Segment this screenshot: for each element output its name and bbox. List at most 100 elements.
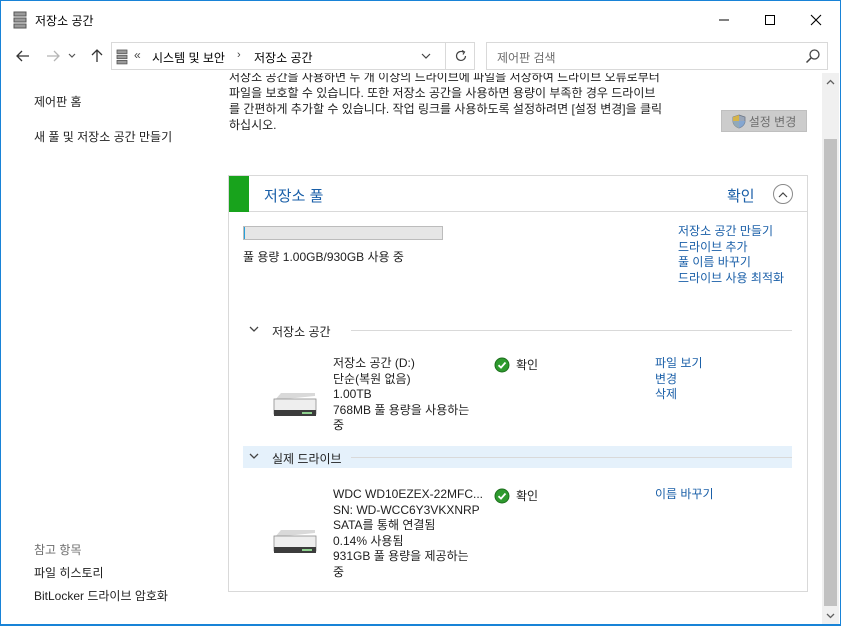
breadcrumb-system-security[interactable]: 시스템 및 보안 bbox=[152, 49, 225, 66]
scroll-up-button[interactable] bbox=[822, 73, 839, 90]
section-divider bbox=[351, 457, 792, 458]
change-settings-button[interactable]: 설정 변경 bbox=[721, 110, 807, 132]
storage-space-usage: 768MB 풀 용량을 사용하는 중 bbox=[333, 402, 470, 433]
see-also-heading: 참고 항목 bbox=[34, 543, 82, 557]
recent-locations-button[interactable] bbox=[65, 45, 79, 67]
drive-name: WDC WD10EZEX-22MFC... bbox=[333, 487, 484, 501]
storage-space-name: 저장소 공간 (D:) bbox=[333, 356, 415, 370]
intro-text: 저장소 공간을 사용하면 두 개 이상의 드라이브에 파일을 저장하여 드라이브… bbox=[229, 73, 709, 133]
intro-line: 파일을 보호할 수 있습니다. 또한 저장소 공간을 사용하면 용량이 부족한 … bbox=[229, 86, 656, 100]
drive-used: 0.14% 사용됨 bbox=[333, 533, 404, 548]
search-icon[interactable] bbox=[805, 48, 821, 64]
window-title: 저장소 공간 bbox=[35, 14, 94, 28]
storage-pool-panel: 저장소 풀 확인 풀 용량 1.00GB/930GB 사용 중 저장소 공간 만… bbox=[228, 175, 808, 592]
optimize-drive-usage-link[interactable]: 드라이브 사용 최적화 bbox=[678, 271, 788, 287]
close-icon bbox=[810, 14, 822, 26]
drive-serial: SN: WD-WCC6Y3VKXNRP bbox=[333, 502, 480, 517]
drive-capacity: 931GB 풀 용량을 제공하는 중 bbox=[333, 549, 469, 579]
storage-spaces-icon bbox=[116, 49, 128, 65]
chevron-down-icon bbox=[826, 613, 835, 618]
search-input[interactable]: 제어판 검색 bbox=[486, 42, 828, 70]
storage-spaces-section-header[interactable]: 저장소 공간 bbox=[243, 319, 792, 341]
storage-spaces-app-icon bbox=[13, 11, 27, 29]
minimize-button[interactable] bbox=[701, 1, 747, 39]
address-history-button[interactable] bbox=[417, 47, 435, 65]
breadcrumb-separator-icon[interactable]: › bbox=[237, 49, 241, 61]
left-pane: 제어판 홈 새 풀 및 저장소 공간 만들기 참고 항목 파일 히스토리 Bit… bbox=[1, 73, 223, 624]
storage-spaces-window: 저장소 공간 « 시스템 및 보안 › 저장소 공간 제어판 검색 제어판 홈 … bbox=[0, 0, 841, 626]
delete-link[interactable]: 삭제 bbox=[655, 387, 703, 403]
up-button[interactable] bbox=[87, 45, 107, 67]
section-divider bbox=[351, 330, 792, 331]
scroll-down-button[interactable] bbox=[822, 607, 839, 624]
vertical-scrollbar[interactable] bbox=[822, 73, 839, 624]
intro-line: 하십시오. bbox=[229, 118, 277, 132]
pool-status-bar bbox=[229, 176, 249, 212]
physical-drives-section-header[interactable]: 실제 드라이브 bbox=[243, 446, 792, 468]
maximize-icon bbox=[765, 15, 775, 25]
chevron-up-icon bbox=[826, 79, 835, 84]
control-panel-home-link[interactable]: 제어판 홈 bbox=[34, 93, 82, 110]
chevron-up-icon bbox=[778, 191, 788, 197]
intro-line: 저장소 공간을 사용하면 두 개 이상의 드라이브에 파일을 저장하여 드라이브… bbox=[229, 73, 660, 84]
pool-capacity-bar bbox=[243, 226, 443, 240]
chevron-down-icon bbox=[249, 453, 259, 459]
storage-space-resiliency: 단순(복원 없음) bbox=[333, 371, 411, 386]
file-history-link[interactable]: 파일 히스토리 bbox=[34, 564, 104, 581]
view-files-link[interactable]: 파일 보기 bbox=[655, 356, 703, 372]
change-settings-label: 설정 변경 bbox=[748, 114, 797, 129]
forward-button[interactable] bbox=[43, 45, 63, 67]
navigation-bar: « 시스템 및 보안 › 저장소 공간 제어판 검색 bbox=[1, 39, 840, 73]
address-bar[interactable]: « 시스템 및 보안 › 저장소 공간 bbox=[111, 42, 475, 70]
arrow-right-icon bbox=[47, 50, 60, 62]
search-placeholder: 제어판 검색 bbox=[497, 51, 556, 65]
close-button[interactable] bbox=[793, 1, 839, 39]
chevron-down-icon bbox=[68, 53, 76, 58]
create-pool-link[interactable]: 새 풀 및 저장소 공간 만들기 bbox=[34, 128, 172, 145]
storage-space-actions: 파일 보기 변경 삭제 bbox=[655, 356, 703, 403]
ok-checkmark-icon bbox=[494, 357, 510, 372]
scrollbar-thumb[interactable] bbox=[824, 139, 837, 606]
refresh-icon bbox=[455, 49, 466, 62]
intro-line: 를 간편하게 추가할 수 있습니다. 작업 링크를 사용하도록 설정하려면 [설… bbox=[229, 102, 663, 116]
chevron-down-icon bbox=[249, 326, 259, 332]
refresh-button[interactable] bbox=[445, 43, 475, 69]
collapse-pool-button[interactable] bbox=[773, 184, 793, 204]
storage-pool-header[interactable]: 저장소 풀 확인 bbox=[229, 176, 807, 212]
shield-icon bbox=[732, 114, 746, 128]
storage-space-status-text: 확인 bbox=[516, 358, 539, 372]
storage-pool-title: 저장소 풀 bbox=[264, 188, 324, 205]
change-link[interactable]: 변경 bbox=[655, 372, 703, 388]
hard-drive-icon bbox=[273, 393, 317, 416]
storage-pool-status: 확인 bbox=[727, 188, 755, 205]
breadcrumb-overflow[interactable]: « bbox=[134, 48, 141, 62]
chevron-down-icon bbox=[421, 53, 431, 59]
arrow-up-icon bbox=[91, 49, 103, 62]
drive-status-text: 확인 bbox=[516, 489, 539, 503]
add-drives-link[interactable]: 드라이브 추가 bbox=[678, 240, 788, 256]
storage-space-size: 1.00TB bbox=[333, 387, 372, 401]
arrow-left-icon bbox=[16, 50, 29, 62]
bitlocker-link[interactable]: BitLocker 드라이브 암호화 bbox=[34, 587, 168, 604]
minimize-icon bbox=[719, 19, 729, 21]
storage-space-info[interactable]: 저장소 공간 (D:) 단순(복원 없음) 1.00TB 768MB 풀 용량을… bbox=[333, 356, 483, 434]
storage-space-status: 확인 bbox=[494, 356, 538, 373]
maximize-button[interactable] bbox=[747, 1, 793, 39]
storage-spaces-section-title: 저장소 공간 bbox=[272, 325, 331, 339]
hard-drive-icon bbox=[273, 530, 317, 553]
back-button[interactable] bbox=[13, 45, 33, 67]
drive-status: 확인 bbox=[494, 487, 538, 504]
create-storage-space-link[interactable]: 저장소 공간 만들기 bbox=[678, 224, 788, 240]
title-bar[interactable]: 저장소 공간 bbox=[1, 1, 840, 39]
physical-drive-info[interactable]: WDC WD10EZEX-22MFC... SN: WD-WCC6Y3VKXNR… bbox=[333, 487, 483, 580]
ok-checkmark-icon bbox=[494, 488, 510, 503]
pool-actions: 저장소 공간 만들기 드라이브 추가 풀 이름 바꾸기 드라이브 사용 최적화 bbox=[678, 224, 788, 286]
rename-drive-link[interactable]: 이름 바꾸기 bbox=[655, 487, 714, 503]
main-content: 저장소 공간을 사용하면 두 개 이상의 드라이브에 파일을 저장하여 드라이브… bbox=[223, 73, 820, 624]
physical-drives-section-title: 실제 드라이브 bbox=[272, 452, 342, 466]
breadcrumb-storage-spaces[interactable]: 저장소 공간 bbox=[254, 49, 313, 66]
rename-pool-link[interactable]: 풀 이름 바꾸기 bbox=[678, 255, 788, 271]
pool-capacity-text: 풀 용량 1.00GB/930GB 사용 중 bbox=[243, 250, 404, 264]
drive-actions: 이름 바꾸기 bbox=[655, 487, 714, 503]
drive-connection: SATA를 통해 연결됨 bbox=[333, 518, 436, 532]
